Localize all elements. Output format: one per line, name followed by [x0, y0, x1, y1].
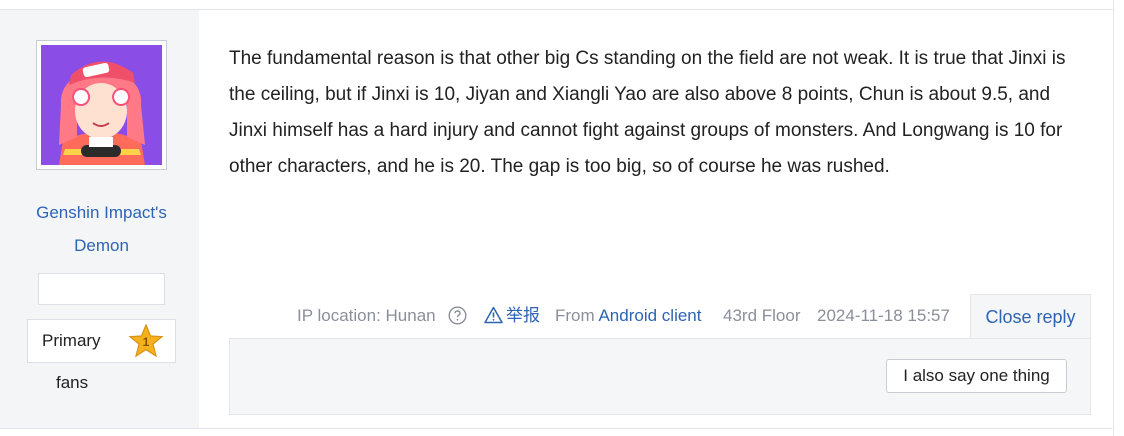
help-icon[interactable] [448, 306, 467, 325]
avatar-anime-girl-icon [41, 45, 162, 165]
author-level-badge[interactable]: Primary 1 [27, 319, 176, 363]
warning-icon [484, 306, 503, 324]
close-reply-button[interactable]: Close reply [970, 294, 1091, 339]
add-reply-button[interactable]: I also say one thing [886, 359, 1067, 393]
level-number: 1 [143, 335, 150, 349]
post-timestamp: 2024-11-18 15:57 [817, 306, 950, 325]
author-badge-box [38, 273, 165, 305]
right-divider [1113, 0, 1114, 436]
author-username-link[interactable]: Genshin Impact's Demon [20, 196, 183, 262]
from-client: From Android client [555, 294, 701, 338]
report-link[interactable]: 举报 [484, 294, 540, 338]
android-client-link[interactable]: Android client [598, 306, 701, 325]
post-content: The fundamental reason is that other big… [229, 48, 1066, 177]
avatar[interactable] [36, 40, 167, 170]
floor-number: 43rd Floor [723, 306, 801, 325]
from-prefix: From [555, 306, 595, 325]
report-label: 举报 [506, 306, 540, 325]
bottom-divider [0, 428, 1114, 429]
level-fans-label: fans [56, 373, 89, 392]
ip-location: IP location: Hunan [297, 306, 436, 325]
level-star-icon: 1 [128, 324, 164, 358]
level-name: Primary [42, 331, 101, 350]
